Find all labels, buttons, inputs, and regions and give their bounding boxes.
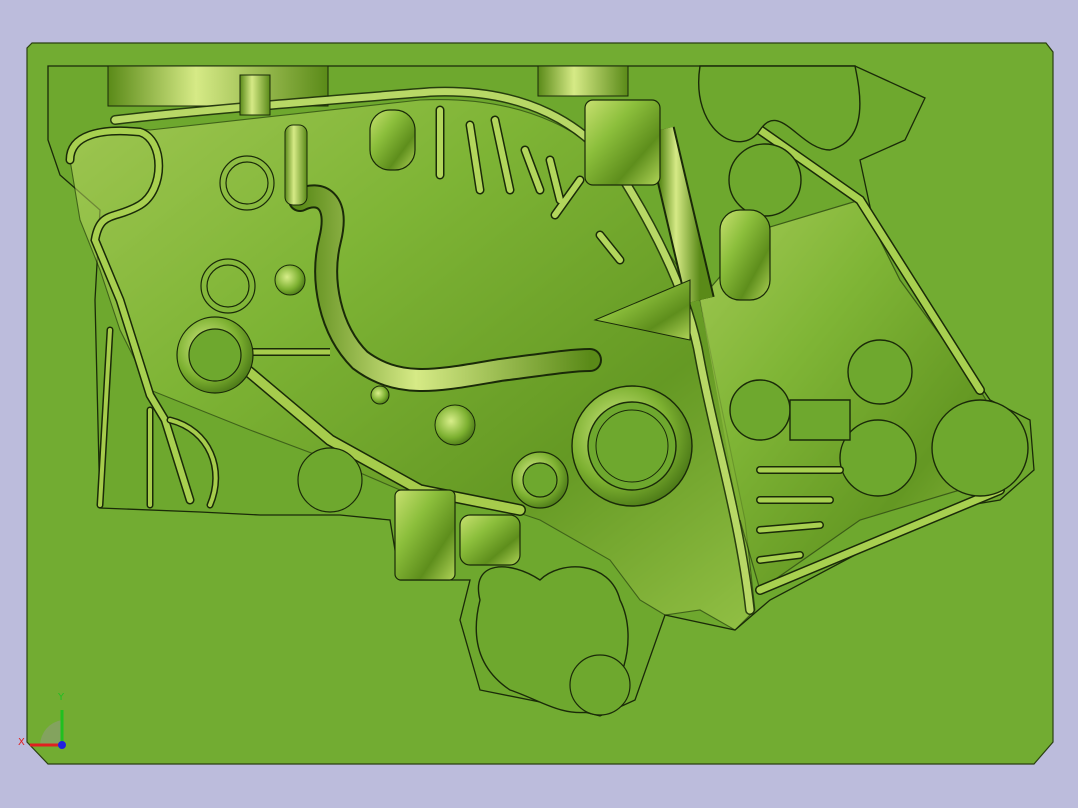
top-rib-2 — [537, 65, 629, 97]
cad-scene[interactable]: X Y — [0, 0, 1078, 808]
triad-y-label: Y — [57, 692, 65, 703]
triad-z-axis — [58, 741, 66, 749]
cad-viewport[interactable]: X Y — [0, 0, 1078, 808]
triad-x-label: X — [18, 737, 25, 748]
main-bore — [571, 385, 693, 507]
